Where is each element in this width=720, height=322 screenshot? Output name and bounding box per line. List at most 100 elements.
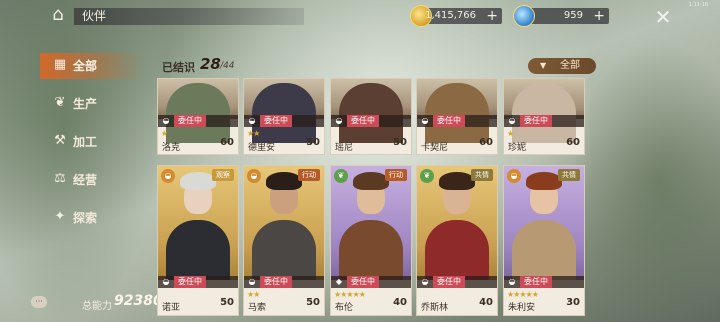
status-label: 委任中 <box>347 115 379 127</box>
sidebar-item-label: 生产 <box>73 97 98 111</box>
trait-tag: 观察 <box>212 169 234 181</box>
partner-level: 50 <box>393 137 407 148</box>
sidebar-item-processing[interactable]: ⚒ 加工 <box>40 129 160 155</box>
add-gold-button[interactable]: + <box>486 8 498 24</box>
status-bar: ◒ 委任中 <box>158 276 238 288</box>
portrait-body <box>252 220 316 280</box>
status-label: 委任中 <box>174 276 206 288</box>
partner-portrait <box>244 166 324 280</box>
gem-resource: 959 + <box>513 5 609 27</box>
partner-portrait <box>331 79 411 143</box>
gold-value: 1,415,766 <box>425 10 476 21</box>
partner-name: 乔斯林 <box>421 303 449 313</box>
bowl-icon: ◒ <box>508 277 516 286</box>
trait-tag: 共情 <box>558 169 580 181</box>
partner-level: 60 <box>220 137 234 148</box>
partner-level: 40 <box>479 297 493 308</box>
portrait-body <box>166 83 230 143</box>
sidebar-item-all[interactable]: ▦ 全部 <box>40 53 144 79</box>
partner-name: 马索 <box>248 303 267 313</box>
partner-name: 朱利安 <box>508 303 536 313</box>
partner-name: 卡契尼 <box>421 143 449 153</box>
sidebar-item-label: 经营 <box>73 173 98 187</box>
star-rating: ★★ <box>247 129 260 138</box>
partner-portrait <box>417 79 497 143</box>
partner-level: 50 <box>306 297 320 308</box>
portrait-hair <box>180 172 216 190</box>
portrait-body <box>339 220 403 280</box>
status-label: 委任中 <box>520 115 552 127</box>
partner-card[interactable]: ◒ 观察 ◒ 委任中 诺亚 50 <box>157 165 239 316</box>
partner-card[interactable]: ◒ 行动 ◒ 委任中 ★★ 马索 50 <box>243 165 325 316</box>
add-gem-button[interactable]: + <box>593 8 605 24</box>
status-label: 委任中 <box>520 276 552 288</box>
partner-name: 洛克 <box>162 143 181 153</box>
portrait-body <box>512 83 576 143</box>
bowl-icon: ◒ <box>162 277 170 286</box>
sidebar-item-label: 加工 <box>73 135 98 149</box>
partner-card[interactable]: ◒ 委任中 ★ 洛克 60 <box>157 78 239 155</box>
bowl-icon: ◒ <box>248 116 256 125</box>
status-bar: ◒ 委任中 <box>417 115 497 127</box>
portrait-hair <box>353 172 389 190</box>
cooking-icon: ◒ <box>247 169 261 183</box>
close-icon[interactable]: ✕ <box>652 6 674 28</box>
partner-name: 诺亚 <box>162 303 181 313</box>
partner-portrait <box>417 166 497 280</box>
partner-card[interactable]: ◒ 委任中 ★★ 德里安 50 <box>243 78 325 155</box>
partner-card[interactable]: ❦ 共情 ◒ 委任中 乔斯林 40 <box>416 165 498 316</box>
leaf-icon: ❦ <box>420 169 434 183</box>
partner-card[interactable]: ◒ 委任中 瑶尼 50 <box>330 78 412 155</box>
bowl-icon: ◒ <box>421 277 429 286</box>
partner-name: 瑶尼 <box>335 143 354 153</box>
partner-level: 60 <box>566 137 580 148</box>
star-rating: ★ <box>161 129 168 138</box>
partner-portrait <box>158 166 238 280</box>
status-bar: ◒ 委任中 <box>158 115 238 127</box>
partner-card[interactable]: ◒ 共情 ◒ 委任中 ★★★★★ 朱利安 30 <box>503 165 585 316</box>
partner-name: 珍妮 <box>508 143 527 153</box>
status-label: 委任中 <box>260 276 292 288</box>
portrait-body <box>339 83 403 143</box>
leaf-icon: ❦ <box>334 169 348 183</box>
partner-portrait <box>504 166 584 280</box>
compass-icon: ✦ <box>54 209 66 224</box>
portrait-body <box>252 83 316 143</box>
chicken-icon: ◆ <box>335 277 343 286</box>
chat-icon[interactable]: ··· <box>31 296 47 308</box>
partner-name: 德里安 <box>248 143 276 153</box>
bowl-icon: ◒ <box>162 116 170 125</box>
status-bar: ◒ 委任中 <box>417 276 497 288</box>
cooking-icon: ◒ <box>507 169 521 183</box>
status-label: 委任中 <box>347 276 379 288</box>
star-rating: ★ <box>507 129 514 138</box>
filter-dropdown[interactable]: ▼ 全部 <box>528 58 596 74</box>
background-foliage-right <box>570 40 720 322</box>
known-count: 28 <box>200 55 221 73</box>
sidebar-item-production[interactable]: ❦ 生产 <box>40 91 160 117</box>
portrait-hair <box>266 172 302 190</box>
status-bar: ◒ 委任中 <box>504 276 584 288</box>
cooking-icon: ◒ <box>161 169 175 183</box>
partner-card[interactable]: ❦ 行动 ◆ 委任中 ★★★★★ 布伦 40 <box>330 165 412 316</box>
partner-card[interactable]: ◒ 委任中 卡契尼 60 <box>416 78 498 155</box>
power-label: 总能力 <box>82 301 112 312</box>
filter-label: 全部 <box>560 60 580 71</box>
portrait-body <box>425 83 489 143</box>
partner-level: 50 <box>220 297 234 308</box>
status-bar: ◆ 委任中 <box>331 276 411 288</box>
star-rating: ★★ <box>247 290 260 299</box>
status-label: 委任中 <box>433 115 465 127</box>
gem-value: 959 <box>563 10 583 21</box>
shop-icon: ⚖ <box>54 171 66 186</box>
bowl-icon: ◒ <box>508 116 516 125</box>
power-value: 92380 <box>114 293 163 309</box>
bowl-icon: ◒ <box>421 116 429 125</box>
partner-portrait <box>158 79 238 143</box>
status-bar: ◒ 委任中 <box>331 115 411 127</box>
home-icon[interactable]: ⌂ <box>46 4 70 26</box>
partner-card[interactable]: ◒ 委任中 ★ 珍妮 60 <box>503 78 585 155</box>
trait-tag: 共情 <box>471 169 493 181</box>
sidebar-item-explore[interactable]: ✦ 探索 <box>40 205 160 231</box>
sidebar-item-business[interactable]: ⚖ 经营 <box>40 167 160 193</box>
